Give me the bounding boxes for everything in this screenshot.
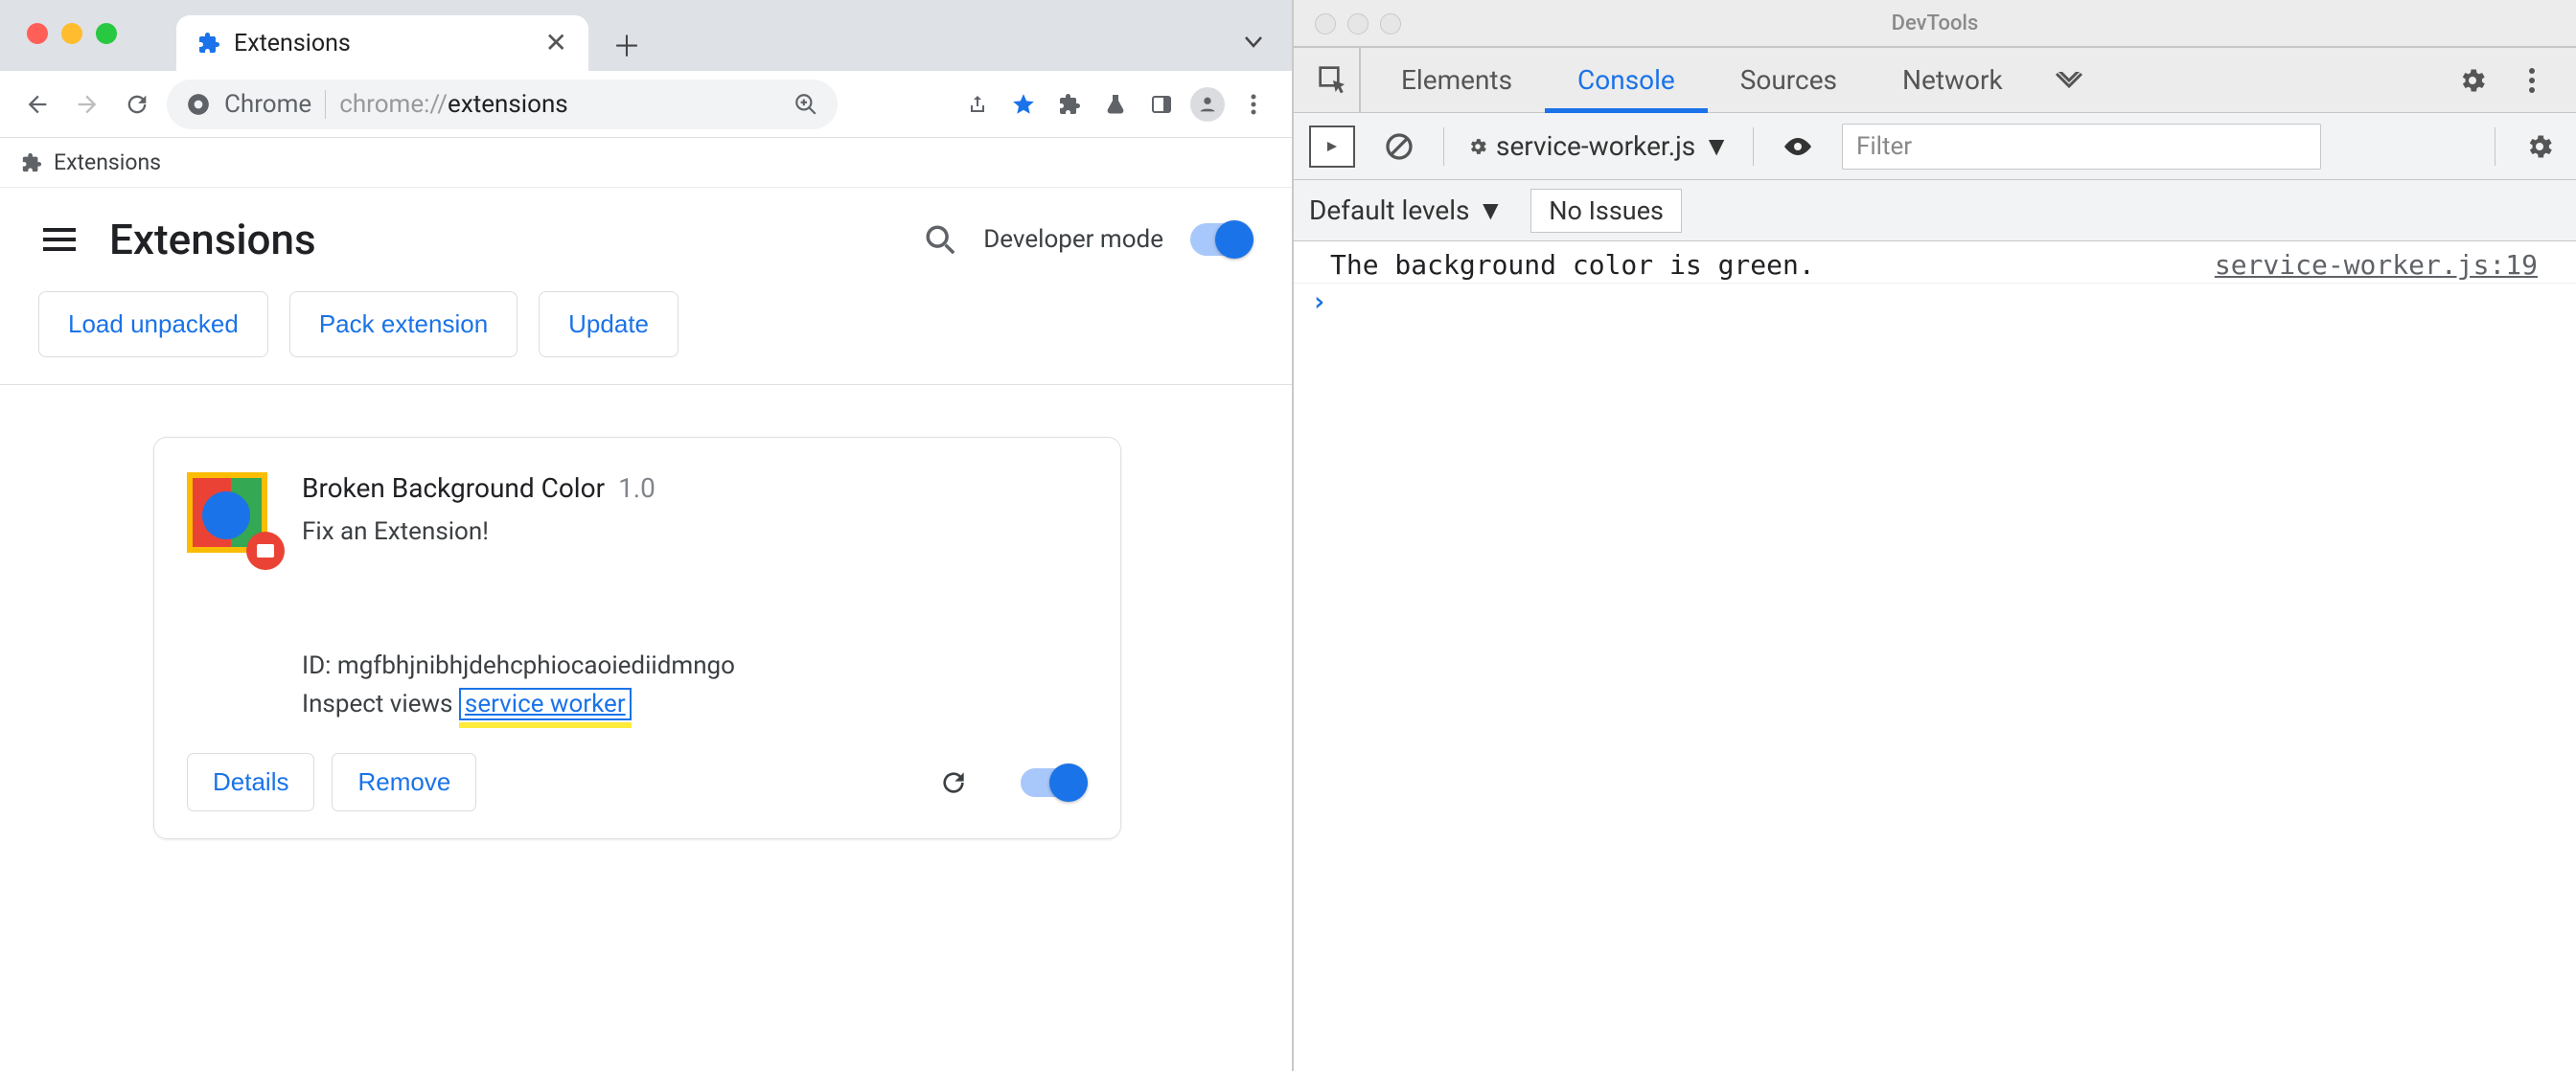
browser-toolbar: Chrome chrome://extensions (0, 71, 1292, 138)
zoom-icon[interactable] (794, 92, 818, 117)
extensions-header: Extensions Developer mode (0, 188, 1292, 291)
omnibox-product: Chrome (224, 90, 311, 119)
extensions-puzzle-icon[interactable] (1048, 83, 1091, 125)
pack-extension-button[interactable]: Pack extension (289, 291, 518, 357)
chevron-down-icon: ▼ (1478, 194, 1505, 226)
console-filter-input[interactable]: Filter (1842, 124, 2321, 170)
side-panel-icon[interactable] (1140, 83, 1183, 125)
forward-button[interactable] (67, 84, 107, 125)
extension-description: Fix an Extension! (302, 517, 1088, 546)
omnibox[interactable]: Chrome chrome://extensions (167, 80, 838, 129)
search-icon[interactable] (924, 223, 956, 256)
inspect-views-label: Inspect views (302, 690, 459, 718)
devtools-tabs: Elements Console Sources Network (1294, 46, 2576, 113)
details-button[interactable]: Details (187, 753, 314, 811)
developer-mode-toggle[interactable] (1190, 223, 1254, 256)
extensions-grid: Broken Background Color 1.0 Fix an Exten… (0, 385, 1292, 891)
back-button[interactable] (17, 84, 58, 125)
extension-card: Broken Background Color 1.0 Fix an Exten… (153, 437, 1121, 839)
bookmark-star-icon[interactable] (1002, 83, 1045, 125)
browser-tab[interactable]: Extensions ✕ (176, 15, 588, 71)
extension-icon (197, 32, 220, 55)
element-picker-icon[interactable] (1307, 48, 1361, 112)
tab-console[interactable]: Console (1545, 48, 1708, 112)
tab-elements[interactable]: Elements (1368, 48, 1545, 112)
share-icon[interactable] (956, 83, 999, 125)
console-message: The background color is green. (1330, 249, 2201, 281)
tab-close-button[interactable]: ✕ (545, 30, 567, 57)
toolbar-actions (956, 83, 1275, 125)
devtools-titlebar: DevTools (1294, 0, 2576, 46)
extension-name: Broken Background Color (302, 472, 605, 504)
window-controls (27, 23, 117, 44)
omnibox-divider (325, 90, 326, 119)
console-sidebar-toggle[interactable] (1309, 125, 1355, 168)
tabs-dropdown-button[interactable] (1232, 21, 1275, 63)
remove-button[interactable]: Remove (332, 753, 476, 811)
extension-app-icon (187, 472, 275, 560)
console-output: The background color is green. service-w… (1294, 241, 2576, 1071)
tabs-overflow-button[interactable] (2036, 48, 2103, 112)
console-toolbar: service-worker.js ▼ Filter (1294, 113, 2576, 180)
chrome-window: Extensions ✕ ＋ Chrome chrome://extension… (0, 0, 1294, 1071)
issues-button[interactable]: No Issues (1530, 189, 1682, 233)
bookmark-item[interactable]: Extensions (54, 149, 161, 175)
extensions-actions: Load unpacked Pack extension Update (0, 291, 1292, 385)
console-prompt[interactable]: › (1294, 284, 2576, 319)
tab-network[interactable]: Network (1870, 48, 2036, 112)
tab-strip: Extensions ✕ ＋ (0, 0, 1292, 71)
devtools-title: DevTools (1892, 11, 1979, 35)
console-source-link[interactable]: service-worker.js:19 (2215, 249, 2553, 281)
developer-mode-label: Developer mode (983, 225, 1163, 254)
chevron-down-icon: ▼ (1703, 130, 1730, 162)
load-unpacked-button[interactable]: Load unpacked (38, 291, 268, 357)
devtools-window-controls (1315, 13, 1401, 34)
extension-id: mgfbhjnibhjdehcphiocaoiediidmngo (337, 651, 735, 680)
live-expression-icon[interactable] (1777, 125, 1819, 168)
profile-avatar[interactable] (1186, 83, 1229, 125)
chrome-icon (186, 92, 211, 117)
clear-console-button[interactable] (1378, 125, 1420, 168)
devtools-menu-button[interactable] (2511, 59, 2553, 102)
window-fullscreen-button[interactable] (96, 23, 117, 44)
update-button[interactable]: Update (539, 291, 678, 357)
extension-reload-button[interactable] (934, 763, 973, 802)
context-label: service-worker.js (1496, 130, 1695, 162)
extension-enable-toggle[interactable] (1021, 768, 1088, 797)
reload-button[interactable] (117, 84, 157, 125)
tab-title: Extensions (234, 30, 351, 57)
new-tab-button[interactable]: ＋ (608, 25, 646, 63)
unpacked-badge-icon (246, 532, 285, 570)
chrome-menu-button[interactable] (1232, 83, 1275, 125)
filter-placeholder: Filter (1856, 132, 1912, 161)
bookmarks-bar: Extensions (0, 138, 1292, 188)
window-fullscreen-button[interactable] (1380, 13, 1401, 34)
window-close-button[interactable] (1315, 13, 1336, 34)
settings-gear-icon[interactable] (2451, 59, 2494, 102)
extension-id-label: ID: (302, 651, 337, 680)
extension-version: 1.0 (618, 472, 656, 504)
menu-hamburger-button[interactable] (38, 218, 80, 261)
window-close-button[interactable] (27, 23, 48, 44)
labs-flask-icon[interactable] (1094, 83, 1137, 125)
extension-icon (21, 152, 42, 173)
window-minimize-button[interactable] (1347, 13, 1368, 34)
omnibox-url: chrome://extensions (339, 90, 568, 119)
execution-context-selector[interactable]: service-worker.js ▼ (1467, 130, 1730, 162)
levels-label: Default levels (1309, 194, 1470, 226)
log-levels-selector[interactable]: Default levels ▼ (1309, 194, 1504, 226)
console-settings-icon[interactable] (2518, 125, 2561, 168)
page-title: Extensions (109, 215, 316, 264)
service-worker-link[interactable]: service worker (459, 688, 632, 720)
console-toolbar-2: Default levels ▼ No Issues (1294, 180, 2576, 241)
tab-sources[interactable]: Sources (1708, 48, 1870, 112)
window-minimize-button[interactable] (61, 23, 82, 44)
console-log-row: The background color is green. service-w… (1294, 247, 2576, 284)
devtools-window: DevTools Elements Console Sources Networ… (1294, 0, 2576, 1071)
